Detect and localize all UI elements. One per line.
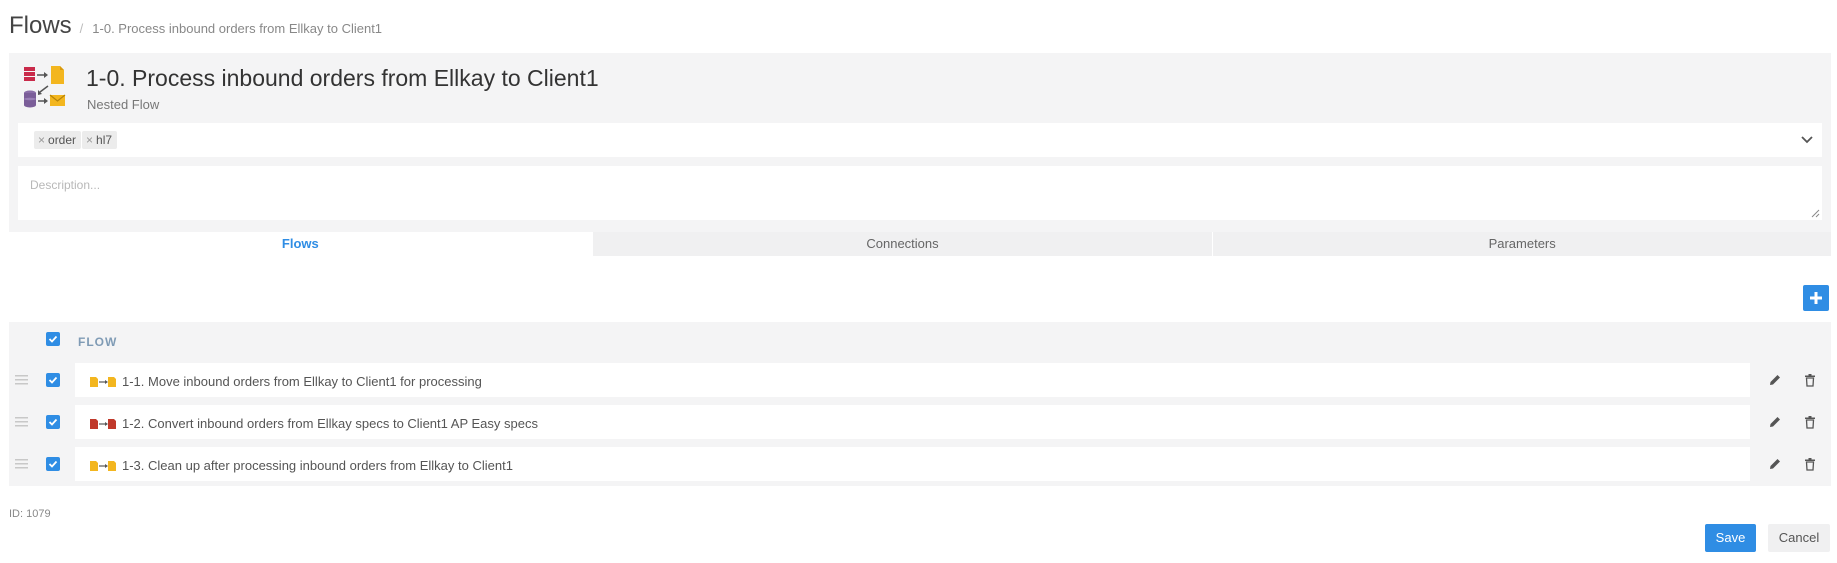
trash-icon[interactable] [1803, 373, 1817, 387]
check-icon [48, 376, 58, 384]
row-checkbox[interactable] [46, 415, 60, 429]
plus-icon [1810, 292, 1822, 304]
flow-row-label: 1-2. Convert inbound orders from Ellkay … [122, 416, 538, 431]
table-header: FLOW [9, 322, 1831, 359]
resize-grip-icon[interactable] [1811, 209, 1820, 218]
tag-remove-icon[interactable]: × [86, 133, 93, 147]
flow-header-panel: 1-0. Process inbound orders from Ellkay … [9, 53, 1831, 232]
row-checkbox[interactable] [46, 457, 60, 471]
file-move-icon [90, 377, 116, 387]
flow-row-label: 1-3. Clean up after processing inbound o… [122, 458, 513, 473]
tags-input[interactable]: × order × hl7 [18, 123, 1822, 157]
tag-remove-icon[interactable]: × [38, 133, 45, 147]
tag-order: × order [34, 131, 82, 149]
description-textarea[interactable]: Description... [18, 166, 1822, 220]
select-all-checkbox[interactable] [46, 332, 60, 346]
pencil-icon[interactable] [1768, 373, 1782, 387]
tag-label: hl7 [96, 133, 113, 147]
drag-handle-icon[interactable] [15, 417, 28, 427]
breadcrumb-root-link[interactable]: Flows [9, 12, 72, 40]
table-row: 1-2. Convert inbound orders from Ellkay … [9, 403, 1831, 441]
tag-label: order [48, 133, 77, 147]
check-icon [48, 418, 58, 426]
pencil-icon[interactable] [1768, 415, 1782, 429]
flow-row-link[interactable]: 1-2. Convert inbound orders from Ellkay … [75, 405, 1750, 439]
chevron-down-icon[interactable] [1799, 131, 1815, 147]
tab-flows[interactable]: Flows [9, 232, 592, 256]
drag-handle-icon[interactable] [15, 459, 28, 469]
breadcrumb: Flows / 1-0. Process inbound orders from… [9, 12, 382, 40]
row-checkbox[interactable] [46, 373, 60, 387]
trash-icon[interactable] [1803, 415, 1817, 429]
check-icon [48, 460, 58, 468]
flow-type-label: Nested Flow [87, 97, 160, 112]
pencil-icon[interactable] [1768, 457, 1782, 471]
tab-connections[interactable]: Connections [591, 232, 1213, 256]
cancel-button[interactable]: Cancel [1768, 524, 1830, 552]
check-icon [48, 335, 58, 343]
file-move-icon [90, 461, 116, 471]
description-placeholder: Description... [30, 178, 101, 192]
record-id-label: ID: 1079 [9, 508, 51, 520]
flow-title: 1-0. Process inbound orders from Ellkay … [86, 65, 599, 91]
flow-row-label: 1-1. Move inbound orders from Ellkay to … [122, 374, 482, 389]
drag-handle-icon[interactable] [15, 375, 28, 385]
breadcrumb-current: 1-0. Process inbound orders from Ellkay … [92, 21, 383, 36]
flow-row-link[interactable]: 1-3. Clean up after processing inbound o… [75, 447, 1750, 481]
breadcrumb-separator: / [79, 21, 84, 36]
column-header-flow: FLOW [78, 335, 118, 349]
table-row: 1-1. Move inbound orders from Ellkay to … [9, 361, 1831, 399]
file-convert-icon [90, 419, 116, 429]
flows-table: FLOW 1-1. Move inbound orders from Ellka… [9, 322, 1831, 486]
save-button[interactable]: Save [1705, 524, 1756, 552]
add-flow-button[interactable] [1803, 285, 1829, 311]
table-row: 1-3. Clean up after processing inbound o… [9, 445, 1831, 483]
flow-row-link[interactable]: 1-1. Move inbound orders from Ellkay to … [75, 363, 1750, 397]
trash-icon[interactable] [1803, 457, 1817, 471]
nested-flow-icon [24, 66, 66, 108]
tab-bar: Flows Connections Parameters [9, 232, 1831, 256]
tag-hl7: × hl7 [82, 131, 118, 149]
tab-parameters[interactable]: Parameters [1212, 232, 1831, 256]
